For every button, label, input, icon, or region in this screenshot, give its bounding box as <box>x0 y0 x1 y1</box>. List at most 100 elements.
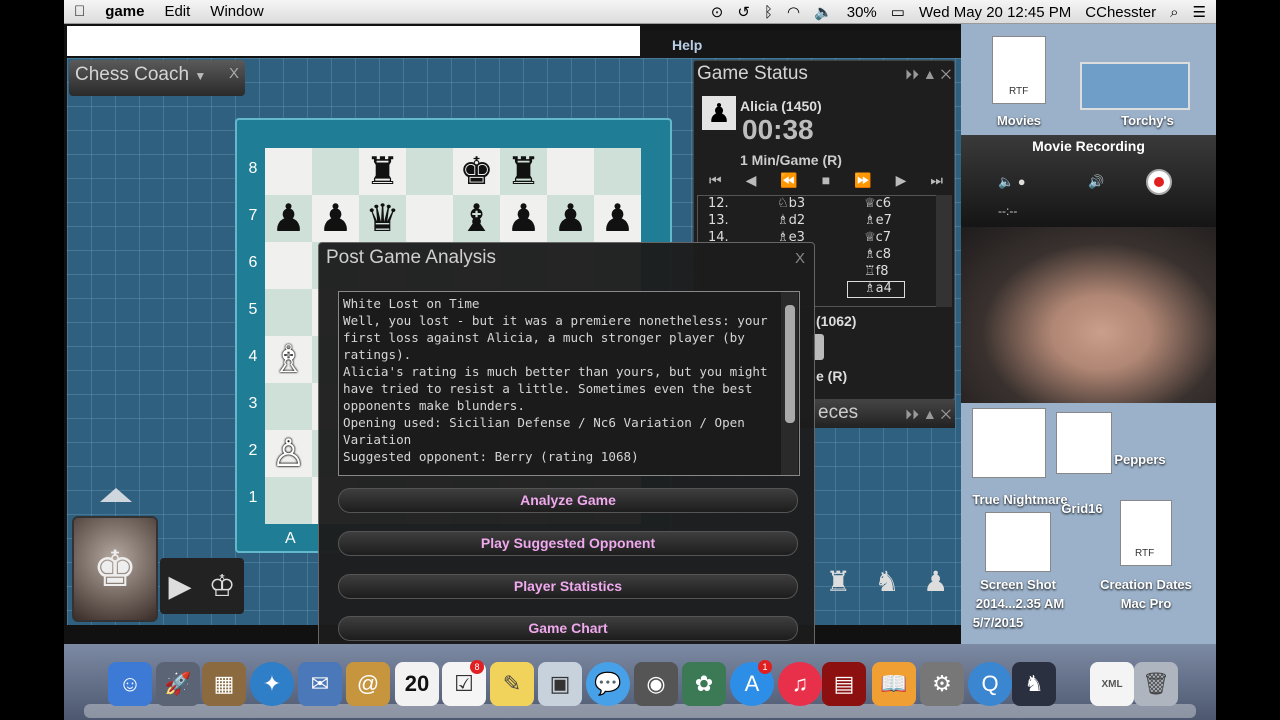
apple-icon[interactable]:  <box>64 3 95 20</box>
launchpad-icon[interactable]: 🚀 <box>156 662 200 706</box>
last-move-icon[interactable]: ⏭ <box>930 172 943 189</box>
game-chart-button[interactable]: Game Chart <box>338 616 798 641</box>
board-square[interactable]: ♟ <box>547 195 594 242</box>
iphoto-icon[interactable]: ✿ <box>682 662 726 706</box>
move-black[interactable]: ♗e7 <box>864 213 892 228</box>
move-black[interactable]: ♕c7 <box>864 230 891 245</box>
time-machine-icon[interactable]: ↺ <box>737 3 750 21</box>
board-square[interactable] <box>265 383 312 430</box>
analysis-text-box[interactable]: White Lost on Time Well, you lost - but i… <box>338 291 800 476</box>
desktop-item-date[interactable]: 5/7/2015 <box>958 615 1038 630</box>
board-square[interactable]: ♝ <box>453 195 500 242</box>
system-preferences-icon[interactable]: ⚙ <box>920 662 964 706</box>
board-square[interactable]: ♜ <box>359 148 406 195</box>
coach-close-button[interactable]: X <box>229 65 239 82</box>
pawn-icon[interactable]: ♟ <box>923 565 948 598</box>
desktop-item-screen-shot-date[interactable]: 2014...2.35 AM <box>960 596 1080 611</box>
move-black[interactable]: ♕c6 <box>864 196 891 211</box>
calendar-icon[interactable]: 20 <box>395 662 439 706</box>
move-list-scrollbar[interactable] <box>936 195 952 307</box>
desktop-item-movies[interactable]: Movies <box>982 113 1056 128</box>
board-square[interactable]: ♙ <box>265 430 312 477</box>
messages-icon[interactable]: 💬 <box>586 662 630 706</box>
desktop-file-icon[interactable]: RTF <box>992 36 1046 104</box>
board-square[interactable]: ♟ <box>500 195 547 242</box>
prev-move-icon[interactable]: ◀ <box>746 172 757 189</box>
ibooks-icon[interactable]: 📖 <box>872 662 916 706</box>
desktop-item-peppers[interactable]: Peppers <box>1100 452 1180 467</box>
spotlight-icon[interactable]: ⌕ <box>1170 4 1178 21</box>
move-black[interactable]: ♖f8 <box>864 264 889 279</box>
itunes-icon[interactable]: ♫ <box>778 662 822 706</box>
board-square[interactable]: ♚ <box>453 148 500 195</box>
safari-icon[interactable]: ✦ <box>250 662 294 706</box>
move-num[interactable]: 12. <box>708 196 729 211</box>
board-square[interactable] <box>265 477 312 524</box>
move-black[interactable]: ♗a4 <box>864 281 892 296</box>
desktop-item-screen-shot[interactable]: Screen Shot <box>978 577 1058 592</box>
preview-icon[interactable]: ▣ <box>538 662 582 706</box>
photo-app-icon[interactable]: ▤ <box>822 662 866 706</box>
pieces-panel-controls[interactable]: ⏵⏵ ▲ ✕ <box>905 406 951 423</box>
user-name[interactable]: CChesster <box>1085 4 1156 21</box>
desktop-item-torchys[interactable]: Torchy's <box>1100 113 1195 128</box>
notification-center-icon[interactable]: ☰ <box>1193 3 1206 21</box>
clock-text[interactable]: Wed May 20 12:45 PM <box>919 4 1071 21</box>
desktop-rtf-file-icon[interactable]: RTF <box>1120 500 1172 566</box>
board-square[interactable] <box>406 148 453 195</box>
record-stop-icon[interactable]: ⊙ <box>711 3 724 21</box>
quicktime-icon[interactable]: Q <box>968 662 1012 706</box>
step-back-icon[interactable]: ⏪ <box>780 172 797 189</box>
folder-icon[interactable] <box>1080 62 1190 110</box>
board-square[interactable]: ♟ <box>265 195 312 242</box>
analysis-scroll-thumb[interactable] <box>785 305 795 423</box>
menu-edit[interactable]: Edit <box>154 3 200 20</box>
stop-icon[interactable]: ■ <box>822 172 830 189</box>
board-square[interactable]: ♛ <box>359 195 406 242</box>
mail-icon[interactable]: ✉ <box>298 662 342 706</box>
first-move-icon[interactable]: ⏮ <box>709 172 722 189</box>
facetime-icon[interactable]: ◉ <box>634 662 678 706</box>
wifi-icon[interactable]: ◠ <box>787 3 800 21</box>
player-statistics-button[interactable]: Player Statistics <box>338 574 798 599</box>
menu-app-name[interactable]: game <box>95 3 154 20</box>
chess-set-thumbnail[interactable]: ♚ <box>72 516 158 622</box>
desktop-item-grid16[interactable]: Grid16 <box>1052 501 1112 516</box>
contacts-icon[interactable]: @ <box>346 662 390 706</box>
battery-icon[interactable]: ▭ <box>891 3 905 21</box>
board-square[interactable] <box>547 148 594 195</box>
desktop-document-thumb[interactable] <box>985 512 1051 572</box>
board-square[interactable] <box>265 148 312 195</box>
panel-controls[interactable]: ⏵⏵ ▲ ✕ <box>905 66 951 83</box>
post-game-close-button[interactable]: X <box>795 250 805 267</box>
king-icon[interactable]: ♔ <box>209 569 236 604</box>
chess-app-icon[interactable]: ♞ <box>1012 662 1056 706</box>
board-square[interactable]: ♟ <box>594 195 641 242</box>
analyze-game-button[interactable]: Analyze Game <box>338 488 798 513</box>
board-square[interactable] <box>594 148 641 195</box>
play-icon[interactable]: ▶ <box>169 569 192 604</box>
pieces-icon[interactable]: ♜ <box>826 565 851 598</box>
bluetooth-icon[interactable]: ᛒ <box>764 4 773 21</box>
next-move-icon[interactable]: ▶ <box>896 172 907 189</box>
move-black[interactable]: ♗c8 <box>864 247 891 262</box>
board-square[interactable] <box>265 242 312 289</box>
record-button[interactable] <box>1146 169 1172 195</box>
move-white[interactable]: ♘b3 <box>777 196 805 211</box>
board-square[interactable] <box>265 289 312 336</box>
step-forward-icon[interactable]: ⏩ <box>854 172 871 189</box>
dropdown-icon[interactable]: ▼ <box>194 69 206 83</box>
battery-percent[interactable]: 30% <box>847 4 877 21</box>
help-link[interactable]: Help <box>672 37 702 53</box>
photo-booth-icon[interactable]: ▦ <box>202 662 246 706</box>
expand-up-icon[interactable] <box>100 488 132 502</box>
finder-icon[interactable]: ☺ <box>108 662 152 706</box>
move-num[interactable]: 13. <box>708 213 729 228</box>
notes-icon[interactable]: ✎ <box>490 662 534 706</box>
figurine-icon[interactable]: ♞ <box>874 565 899 598</box>
desktop-document-thumb[interactable] <box>972 408 1046 478</box>
board-square[interactable] <box>312 148 359 195</box>
move-white[interactable]: ♗d2 <box>777 213 805 228</box>
board-square[interactable] <box>406 195 453 242</box>
xml-file-icon[interactable]: XML <box>1090 662 1134 706</box>
